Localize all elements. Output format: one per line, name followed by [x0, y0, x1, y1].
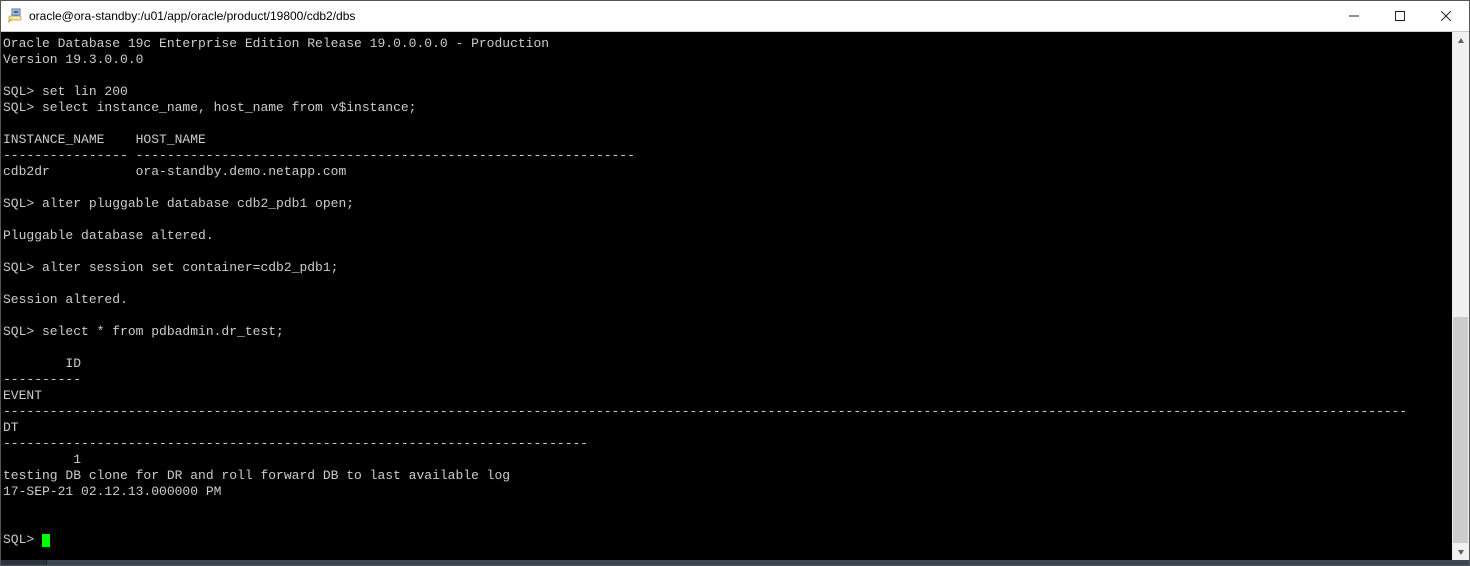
client-area: Oracle Database 19c Enterprise Edition R… — [1, 32, 1469, 560]
taskbar-sliver — [1, 560, 1469, 565]
close-button[interactable] — [1423, 1, 1469, 31]
terminal-cursor — [42, 534, 50, 547]
minimize-button[interactable] — [1331, 1, 1377, 31]
scroll-up-button[interactable] — [1452, 32, 1469, 49]
window-title: oracle@ora-standby:/u01/app/oracle/produ… — [29, 9, 1331, 23]
maximize-button[interactable] — [1377, 1, 1423, 31]
title-bar[interactable]: oracle@ora-standby:/u01/app/oracle/produ… — [1, 1, 1469, 32]
vertical-scrollbar[interactable] — [1452, 32, 1469, 560]
taskbar-segment — [1, 560, 47, 565]
sql-prompt: SQL> — [3, 532, 42, 547]
scroll-down-button[interactable] — [1452, 543, 1469, 560]
scroll-thumb[interactable] — [1453, 317, 1468, 549]
app-window: oracle@ora-standby:/u01/app/oracle/produ… — [0, 0, 1470, 566]
putty-icon — [1, 8, 29, 24]
window-controls — [1331, 1, 1469, 31]
terminal-output[interactable]: Oracle Database 19c Enterprise Edition R… — [1, 32, 1452, 560]
